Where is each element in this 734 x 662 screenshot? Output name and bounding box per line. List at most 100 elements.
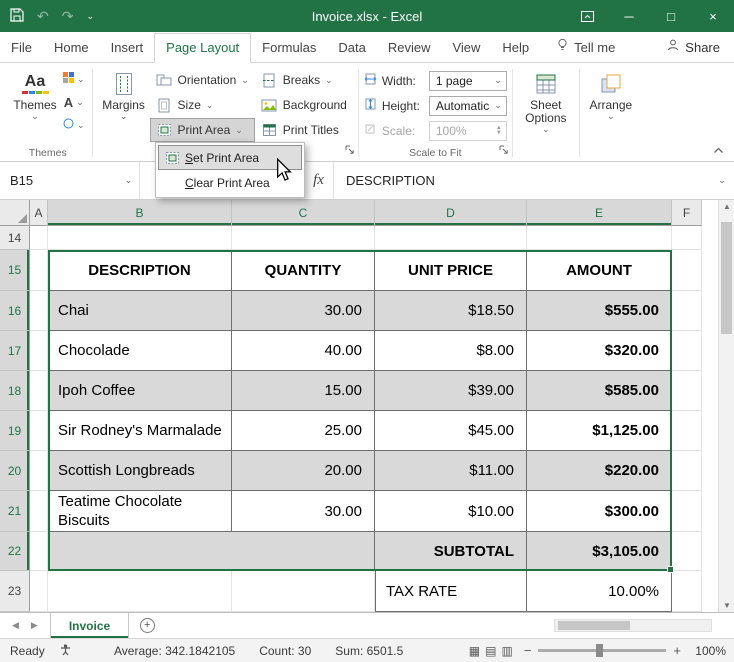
status-sum[interactable]: Sum: 6501.5: [335, 644, 403, 658]
cell-unit-price[interactable]: $11.00: [375, 451, 527, 491]
header-unit-price[interactable]: UNIT PRICE: [375, 250, 527, 291]
zoom-out-button[interactable]: −: [524, 643, 532, 658]
cell-amount[interactable]: $555.00: [527, 291, 672, 331]
cell-quantity[interactable]: 30.00: [232, 291, 375, 331]
print-titles-button[interactable]: Print Titles: [255, 118, 353, 142]
row-header-16[interactable]: 16: [0, 291, 30, 331]
tab-data[interactable]: Data: [327, 34, 376, 62]
cell-F22[interactable]: [672, 532, 702, 571]
vertical-scrollbar-thumb[interactable]: [721, 222, 732, 334]
theme-effects-button[interactable]: ⌄: [63, 115, 85, 135]
cell-description[interactable]: Sir Rodney's Marmalade: [48, 411, 232, 451]
scroll-down-icon[interactable]: ▼: [719, 601, 734, 610]
cell-description[interactable]: Teatime Chocolate Biscuits: [48, 491, 232, 532]
theme-colors-button[interactable]: ⌄: [63, 69, 85, 89]
cell-unit-price[interactable]: $39.00: [375, 371, 527, 411]
new-sheet-button[interactable]: +: [129, 613, 165, 638]
row-header-20[interactable]: 20: [0, 451, 30, 491]
column-header-b[interactable]: B: [48, 200, 232, 226]
subtotal-value-cell[interactable]: $3,105.00: [527, 532, 672, 571]
cell-A17[interactable]: [30, 331, 48, 371]
insert-function-button[interactable]: fx: [304, 162, 334, 199]
cell-unit-price[interactable]: $18.50: [375, 291, 527, 331]
cell-amount[interactable]: $585.00: [527, 371, 672, 411]
cell-amount[interactable]: $300.00: [527, 491, 672, 532]
sheet-options-button[interactable]: Sheet Options ⌄: [518, 67, 574, 134]
tell-me-button[interactable]: Tell me: [556, 34, 615, 62]
column-header-d[interactable]: D: [375, 200, 527, 226]
cell-F16[interactable]: [672, 291, 702, 331]
cell-unit-price[interactable]: $8.00: [375, 331, 527, 371]
accessibility-icon[interactable]: [59, 643, 72, 659]
cell-amount[interactable]: $320.00: [527, 331, 672, 371]
row-header-19[interactable]: 19: [0, 411, 30, 451]
cell-B23[interactable]: [48, 571, 232, 612]
cell-B14[interactable]: [48, 226, 232, 250]
name-box-chevron-icon[interactable]: ⌄: [118, 162, 140, 199]
select-all-corner[interactable]: [0, 200, 30, 226]
column-header-a[interactable]: A: [30, 200, 48, 226]
formula-input[interactable]: DESCRIPTION: [334, 162, 710, 199]
cell-A16[interactable]: [30, 291, 48, 331]
breaks-button[interactable]: Breaks ⌄: [255, 68, 353, 92]
close-button[interactable]: ×: [692, 0, 734, 32]
cell-A23[interactable]: [30, 571, 48, 612]
cell-F14[interactable]: [672, 226, 702, 250]
themes-button[interactable]: Aa Themes ⌄: [9, 67, 61, 121]
row-header-15[interactable]: 15: [0, 250, 30, 291]
size-button[interactable]: Size ⌄: [150, 93, 255, 117]
cell-unit-price[interactable]: $10.00: [375, 491, 527, 532]
cell-A15[interactable]: [30, 250, 48, 291]
tax-value-cell[interactable]: 10.00%: [527, 571, 672, 612]
customize-qat-icon[interactable]: ⌄: [86, 11, 94, 22]
cell-F15[interactable]: [672, 250, 702, 291]
column-header-f[interactable]: F: [672, 200, 702, 226]
cell-D14[interactable]: [375, 226, 527, 250]
cell-A21[interactable]: [30, 491, 48, 532]
cell-F23[interactable]: [672, 571, 702, 612]
tab-help[interactable]: Help: [491, 34, 540, 62]
tab-formulas[interactable]: Formulas: [251, 34, 327, 62]
page-layout-view-icon[interactable]: ▤: [485, 644, 496, 658]
redo-icon[interactable]: ↷: [62, 8, 74, 25]
row-header-21[interactable]: 21: [0, 491, 30, 532]
zoom-in-button[interactable]: +: [673, 643, 681, 658]
zoom-slider-thumb[interactable]: [596, 644, 603, 657]
print-area-button[interactable]: Print Area ⌄: [150, 118, 255, 142]
height-select[interactable]: Automatic ⌄: [429, 96, 507, 116]
background-button[interactable]: Background: [255, 93, 353, 117]
cell-F21[interactable]: [672, 491, 702, 532]
cell-quantity[interactable]: 20.00: [232, 451, 375, 491]
save-icon[interactable]: [10, 8, 24, 25]
share-button[interactable]: Share: [666, 34, 720, 62]
status-average[interactable]: Average: 342.1842105: [114, 644, 235, 658]
width-select[interactable]: 1 page ⌄: [429, 71, 507, 91]
cell-A18[interactable]: [30, 371, 48, 411]
cell-amount[interactable]: $1,125.00: [527, 411, 672, 451]
subtotal-label-cell[interactable]: SUBTOTAL: [375, 532, 527, 571]
tax-label-cell[interactable]: TAX RATE: [375, 571, 527, 612]
scroll-up-icon[interactable]: ▲: [719, 202, 734, 211]
margins-button[interactable]: Margins ⌄: [98, 67, 150, 121]
expand-formula-bar-icon[interactable]: ⌄: [710, 162, 734, 199]
row-header-18[interactable]: 18: [0, 371, 30, 411]
cell-description[interactable]: Chocolade: [48, 331, 232, 371]
cell-A14[interactable]: [30, 226, 48, 250]
menu-item-clear-print-area[interactable]: Clear Print Area: [158, 170, 302, 195]
horizontal-scrollbar-thumb[interactable]: [558, 621, 630, 630]
row-header-17[interactable]: 17: [0, 331, 30, 371]
cell-F20[interactable]: [672, 451, 702, 491]
cell-A20[interactable]: [30, 451, 48, 491]
cell-E14[interactable]: [527, 226, 672, 250]
column-header-e[interactable]: E: [527, 200, 672, 226]
cell-description[interactable]: Ipoh Coffee: [48, 371, 232, 411]
tab-review[interactable]: Review: [377, 34, 442, 62]
minimize-button[interactable]: ─: [608, 0, 650, 32]
row-header-14[interactable]: 14: [0, 226, 30, 250]
header-amount[interactable]: AMOUNT: [527, 250, 672, 291]
cell-description[interactable]: Chai: [48, 291, 232, 331]
cell-quantity[interactable]: 30.00: [232, 491, 375, 532]
row-header-23[interactable]: 23: [0, 571, 30, 612]
cell-quantity[interactable]: 15.00: [232, 371, 375, 411]
scale-to-fit-dialog-launcher-icon[interactable]: [499, 144, 509, 158]
